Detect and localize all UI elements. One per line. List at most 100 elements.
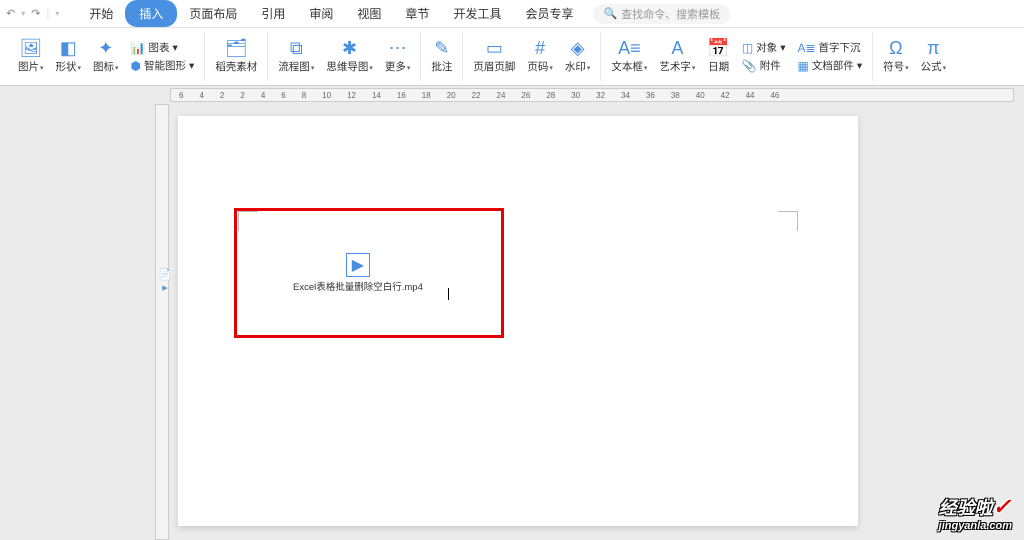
shape-button[interactable]: ◧形状▾ <box>50 39 88 74</box>
assets-button[interactable]: 🗂稻壳素材 <box>209 39 263 74</box>
watermark-button[interactable]: ◈水印▾ <box>559 39 597 74</box>
docparts-button[interactable]: ▦文档部件▾ <box>794 57 865 74</box>
ruler-mark: 6 <box>171 91 191 100</box>
redo-button[interactable]: ↷ <box>31 7 40 20</box>
chart-icon: 📊 <box>131 41 146 55</box>
header-footer-button[interactable]: ▭页眉页脚 <box>467 39 521 74</box>
assets-label: 稻壳素材 <box>215 59 257 74</box>
vertical-ruler[interactable] <box>155 104 169 540</box>
flowchart-label: 流程图 <box>278 61 310 73</box>
ruler-mark: 6 <box>273 91 293 100</box>
picture-button[interactable]: 🖼图片▾ <box>12 39 50 74</box>
ruler-mark: 28 <box>538 91 563 100</box>
title-bar: ↶ ▾ ↷ | ▾ 开始 插入 页面布局 引用 审阅 视图 章节 开发工具 会员… <box>0 0 1024 28</box>
date-label: 日期 <box>708 59 729 74</box>
date-button[interactable]: 📅日期 <box>701 39 735 74</box>
smartart-button[interactable]: ⬢智能图形▾ <box>128 57 198 74</box>
undo-dropdown-icon[interactable]: ▾ <box>21 9 25 18</box>
textbox-button[interactable]: A≡文本框▾ <box>605 39 653 74</box>
video-file-icon: ▶ <box>346 253 370 277</box>
equation-label: 公式 <box>921 61 942 73</box>
qat-dropdown-icon[interactable]: ▾ <box>55 9 59 18</box>
wordart-icon: A <box>671 39 683 57</box>
tab-insert[interactable]: 插入 <box>125 0 177 27</box>
symbol-label: 符号 <box>883 61 904 73</box>
picture-icon: 🖼 <box>19 39 42 57</box>
smartart-icon: ⬢ <box>131 59 141 73</box>
ruler-mark: 4 <box>253 91 273 100</box>
paragraph-marker-icon[interactable]: 📄 ▸ <box>155 268 175 294</box>
ruler-mark: 30 <box>563 91 588 100</box>
attachment-filename: Excel表格批量删除空白行.mp4 <box>293 279 423 293</box>
object-label: 对象 <box>756 40 777 55</box>
shape-label: 形状 <box>56 61 77 73</box>
symbol-button[interactable]: Ω符号▾ <box>877 39 915 74</box>
equation-icon: π <box>927 39 939 57</box>
checkmark-icon: ✓ <box>993 494 1011 520</box>
tab-start[interactable]: 开始 <box>77 0 125 27</box>
ruler-mark: 34 <box>613 91 638 100</box>
ruler-mark: 10 <box>314 91 339 100</box>
attachment-button[interactable]: 📎附件 <box>739 57 789 74</box>
smartart-label: 智能图形 <box>144 58 186 73</box>
undo-button[interactable]: ↶ <box>6 7 15 20</box>
horizontal-ruler[interactable]: 6 4 2 2 4 6 8 10 12 14 16 18 20 22 24 26… <box>170 88 1014 102</box>
top-separator: | <box>46 8 49 20</box>
ruler-mark: 2 <box>212 91 232 100</box>
ruler-mark: 42 <box>713 91 738 100</box>
ruler-mark: 38 <box>663 91 688 100</box>
margin-corner-icon <box>778 211 798 231</box>
tab-dev-tools[interactable]: 开发工具 <box>441 0 513 27</box>
flowchart-icon: ⧉ <box>290 39 303 57</box>
tab-references[interactable]: 引用 <box>249 0 297 27</box>
ruler-mark: 12 <box>339 91 364 100</box>
ruler-mark: 18 <box>414 91 439 100</box>
equation-button[interactable]: π公式▾ <box>915 39 953 74</box>
shape-icon: ◧ <box>60 39 77 57</box>
comment-icon: ✎ <box>434 39 449 57</box>
search-placeholder: 查找命令、搜索模板 <box>621 6 720 22</box>
dropcap-label: 首字下沉 <box>819 40 861 55</box>
tab-view[interactable]: 视图 <box>345 0 393 27</box>
tab-member[interactable]: 会员专享 <box>513 0 585 27</box>
search-box[interactable]: 🔍 查找命令、搜索模板 <box>593 4 730 24</box>
document-page[interactable]: 📄 ▸ ▶ Excel表格批量删除空白行.mp4 <box>178 116 858 526</box>
textbox-label: 文本框 <box>611 61 643 73</box>
tab-review[interactable]: 审阅 <box>297 0 345 27</box>
ruler-mark: 24 <box>489 91 514 100</box>
mindmap-button[interactable]: ✱思维导图▾ <box>320 39 379 74</box>
ruler-mark: 40 <box>688 91 713 100</box>
icon-label: 图标 <box>93 61 114 73</box>
tab-chapter[interactable]: 章节 <box>393 0 441 27</box>
tab-page-layout[interactable]: 页面布局 <box>177 0 249 27</box>
more-icon: ⋯ <box>389 39 407 57</box>
icon-icon: ✦ <box>98 39 113 57</box>
watermark-icon: ◈ <box>571 39 585 57</box>
object-button[interactable]: ◫对象▾ <box>739 39 789 56</box>
page-number-button[interactable]: #页码▾ <box>521 39 559 74</box>
page-number-icon: # <box>535 39 545 57</box>
ruler-mark: 46 <box>762 91 787 100</box>
chart-label: 图表 <box>149 40 170 55</box>
embedded-attachment[interactable]: ▶ Excel表格批量删除空白行.mp4 <box>293 253 423 293</box>
icon-button[interactable]: ✦图标▾ <box>87 39 125 74</box>
ruler-mark: 22 <box>464 91 489 100</box>
more-button[interactable]: ⋯更多▾ <box>379 39 417 74</box>
search-icon: 🔍 <box>603 7 617 20</box>
ruler-mark: 36 <box>638 91 663 100</box>
chart-button[interactable]: 📊图表▾ <box>128 39 198 56</box>
page-number-label: 页码 <box>527 61 548 73</box>
ruler-mark: 8 <box>294 91 314 100</box>
wordart-button[interactable]: A艺术字▾ <box>653 39 701 74</box>
ruler-mark: 2 <box>232 91 252 100</box>
comment-label: 批注 <box>431 59 452 74</box>
dropcap-button[interactable]: A≣首字下沉 <box>794 39 865 56</box>
docparts-label: 文档部件 <box>812 58 854 73</box>
more-label: 更多 <box>385 61 406 73</box>
attachment-label: 附件 <box>760 58 781 73</box>
comment-button[interactable]: ✎ 批注 <box>425 39 458 74</box>
ruler-mark: 20 <box>439 91 464 100</box>
watermark-logo: 经验啦 ✓ jingyanla.com <box>939 494 1012 532</box>
flowchart-button[interactable]: ⧉流程图▾ <box>272 39 320 74</box>
ruler-mark: 32 <box>588 91 613 100</box>
